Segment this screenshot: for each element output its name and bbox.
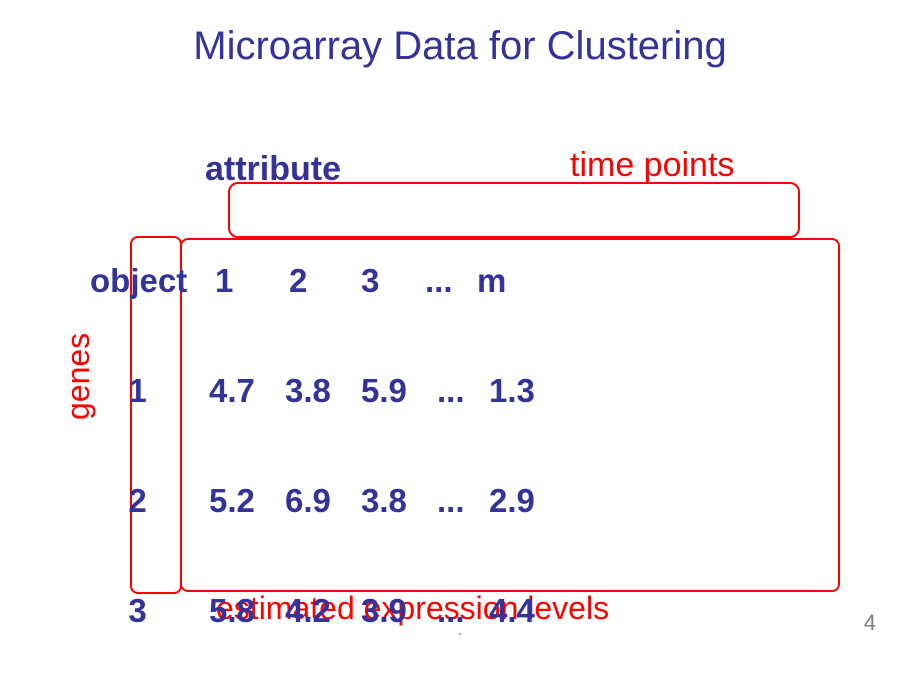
col-2: 2 [289, 264, 361, 297]
row-label: 3 [90, 594, 209, 627]
col-m: m [477, 264, 533, 297]
table-row: 2 5.2 6.9 3.8 ... 2.9 [90, 478, 565, 522]
cell: 4.2 [285, 594, 361, 627]
cell: 4.4 [489, 594, 565, 627]
cell: 6.9 [285, 484, 361, 517]
page-number: 4 [864, 610, 876, 636]
col-ellipsis: ... [425, 264, 477, 297]
cell: 3.9 [361, 594, 437, 627]
data-matrix: object 1 2 3 ... m 1 4.7 3.8 5.9 ... 1.3… [90, 192, 565, 690]
cell: 5.8 [209, 594, 285, 627]
col-1: 1 [215, 264, 289, 297]
row-label: 1 [90, 374, 209, 407]
cell: 5.9 [361, 374, 437, 407]
cell: ... [437, 594, 489, 627]
slide-title: Microarray Data for Clustering [0, 24, 920, 69]
object-header: object [90, 264, 215, 297]
table-row: 3 5.8 4.2 3.9 ... 4.4 [90, 588, 565, 632]
table-row: 1 4.7 3.8 5.9 ... 1.3 [90, 368, 565, 412]
cell: ... [437, 484, 489, 517]
cell: 3.8 [361, 484, 437, 517]
cell: 1.3 [489, 374, 565, 407]
cell: ... [437, 374, 489, 407]
header-row: object 1 2 3 ... m [90, 258, 565, 302]
cell: 3.8 [285, 374, 361, 407]
cell: 5.2 [209, 484, 285, 517]
col-3: 3 [361, 264, 425, 297]
time-points-label: time points [570, 146, 734, 185]
cell: 4.7 [209, 374, 285, 407]
footer-dot: . [458, 622, 462, 640]
row-label: 2 [90, 484, 209, 517]
cell: 2.9 [489, 484, 565, 517]
